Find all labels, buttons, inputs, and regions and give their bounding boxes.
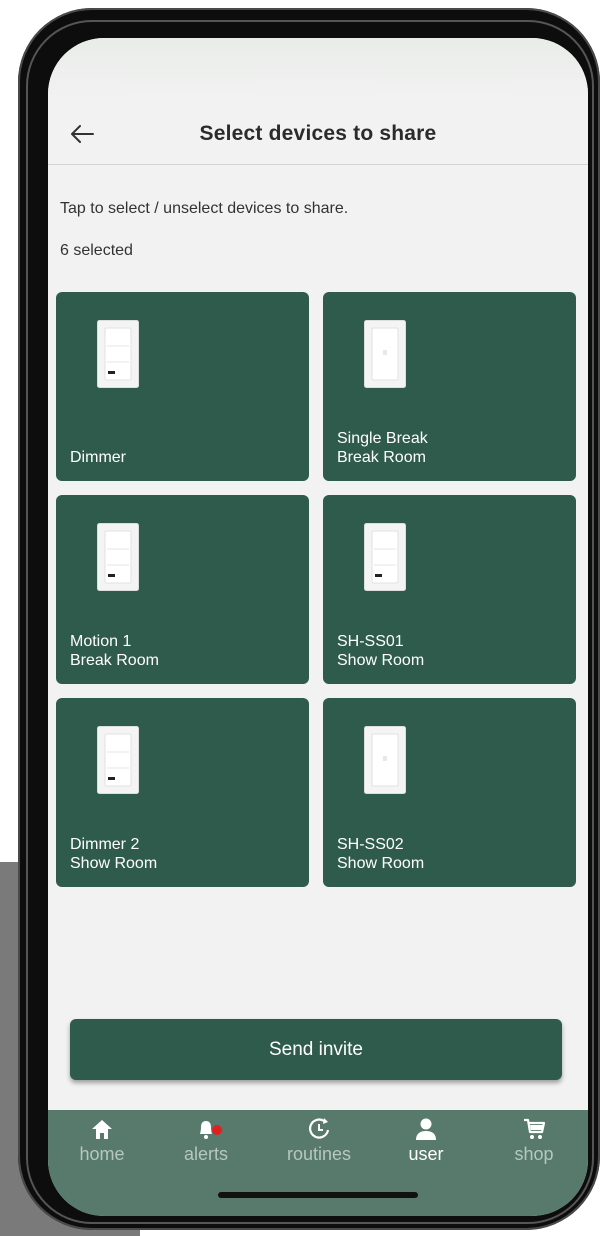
tab-shop[interactable]: shop (494, 1116, 574, 1165)
device-name: SH-SS01 Show Room (337, 633, 425, 669)
app-header: Select devices to share (48, 102, 588, 165)
bottom-tab-bar: home alerts routines user shop (48, 1110, 588, 1216)
dimmer-switch-icon (97, 320, 139, 388)
light-switch-icon (364, 320, 406, 388)
device-tile-dimmer-2[interactable]: Dimmer 2 Show Room (56, 698, 309, 887)
device-tile-sh-ss01[interactable]: SH-SS01 Show Room (323, 495, 576, 684)
home-icon (92, 1120, 112, 1139)
device-tile-motion-1[interactable]: Motion 1 Break Room (56, 495, 309, 684)
tab-alerts[interactable]: alerts (166, 1116, 246, 1165)
light-switch-icon (364, 726, 406, 794)
device-tile-dimmer[interactable]: Dimmer (56, 292, 309, 481)
device-tile-single-break[interactable]: Single Break Break Room (323, 292, 576, 481)
bell-icon (200, 1121, 222, 1139)
home-indicator (218, 1192, 418, 1198)
clock-icon (309, 1118, 330, 1139)
instruction-text: Tap to select / unselect devices to shar… (60, 200, 349, 217)
dimmer-switch-icon (97, 523, 139, 591)
dimmer-switch-icon (364, 523, 406, 591)
tab-user[interactable]: user (386, 1116, 466, 1165)
send-invite-button[interactable]: Send invite (70, 1019, 562, 1080)
tab-routines[interactable]: routines (274, 1116, 364, 1165)
page-title: Select devices to share (199, 122, 437, 145)
device-name: Motion 1 Break Room (70, 633, 159, 669)
cart-icon (524, 1118, 546, 1139)
device-tile-sh-ss02[interactable]: SH-SS02 Show Room (323, 698, 576, 887)
status-bar (48, 38, 588, 102)
device-name: Dimmer (70, 449, 126, 466)
device-name: SH-SS02 Show Room (337, 836, 425, 872)
device-name: Single Break Break Room (337, 430, 428, 466)
app-screen: Select devices to share Tap to select / … (48, 38, 588, 1216)
device-name: Dimmer 2 Show Room (70, 836, 158, 872)
dimmer-switch-icon (97, 726, 139, 794)
user-icon (416, 1118, 436, 1140)
alert-badge (212, 1125, 222, 1135)
selected-count: 6 selected (60, 242, 133, 259)
tab-home[interactable]: home (62, 1116, 142, 1165)
